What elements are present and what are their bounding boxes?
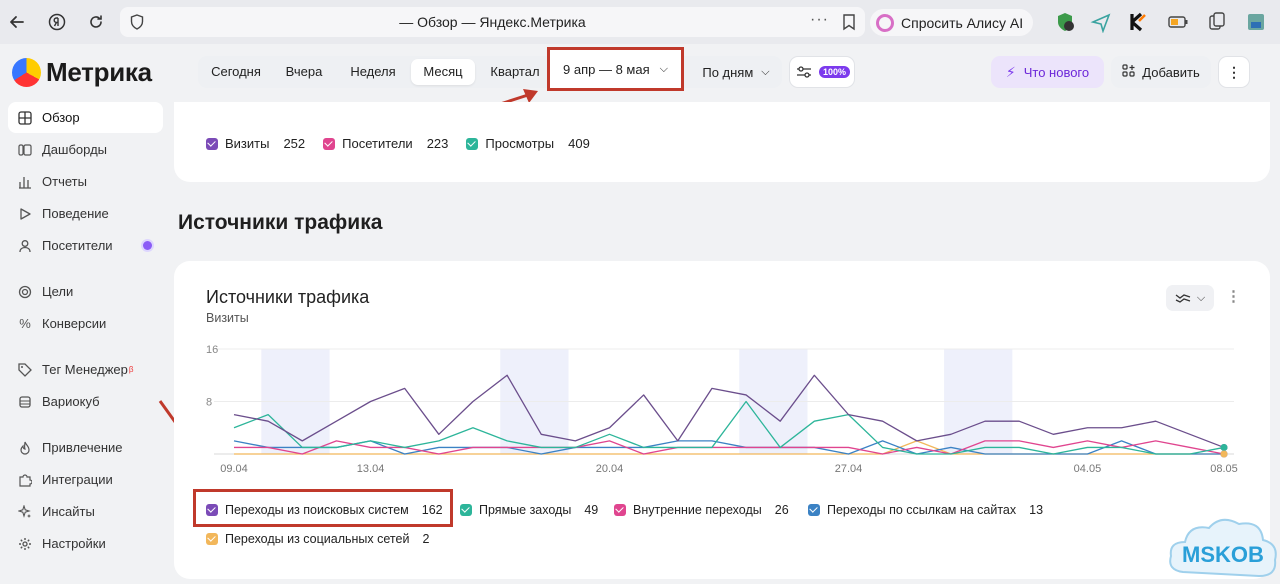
legend-item-visits[interactable]: Визиты 252	[206, 136, 305, 151]
legend-value: 26	[774, 503, 789, 517]
series-end-point	[1220, 443, 1228, 451]
series-line	[233, 374, 1225, 449]
legend-item-pageviews[interactable]: Просмотры 409	[466, 136, 590, 151]
checkbox-icon[interactable]	[460, 504, 472, 516]
legend-item-internal[interactable]: Внутренние переходы 26	[614, 503, 789, 517]
metric-value: 252	[283, 136, 306, 151]
legend-label: Внутренние переходы	[633, 503, 762, 517]
x-tick-label: 08.05	[1210, 463, 1238, 475]
watermark-logo: MSKOB	[1169, 518, 1277, 578]
legend-item-direct[interactable]: Прямые заходы 49	[460, 503, 598, 517]
checkbox-icon[interactable]	[206, 504, 218, 516]
metric-value: 223	[426, 136, 449, 151]
checkbox-icon[interactable]	[466, 137, 479, 150]
legend-value: 49	[584, 503, 599, 517]
metric-value: 409	[568, 136, 590, 151]
x-tick-label: 13.04	[357, 463, 385, 475]
legend-item-search[interactable]: Переходы из поисковых систем 162	[206, 503, 443, 517]
summary-legend: Визиты 252 Посетители 223 Просмотры 409	[206, 136, 608, 151]
legend-value: 162	[421, 503, 443, 517]
x-tick-label: 09.04	[220, 463, 248, 475]
legend-item-referral[interactable]: Переходы по ссылкам на сайтах 13	[808, 503, 1043, 517]
metric-label: Посетители	[342, 136, 413, 151]
x-tick-label: 04.05	[1074, 463, 1102, 475]
checkbox-icon[interactable]	[808, 504, 820, 516]
legend-label: Прямые заходы	[479, 503, 572, 517]
legend-item-social[interactable]: Переходы из социальных сетей 2	[206, 532, 429, 546]
legend-label: Переходы из социальных сетей	[225, 532, 410, 546]
metric-label: Визиты	[225, 136, 270, 151]
series-end-point	[1220, 450, 1228, 458]
y-tick-label: 8	[206, 397, 212, 409]
metric-label: Просмотры	[485, 136, 555, 151]
legend-label: Переходы из поисковых систем	[225, 503, 409, 517]
section-title: Источники трафика	[178, 211, 383, 234]
legend-value: 2	[422, 532, 430, 546]
checkbox-icon[interactable]	[323, 137, 336, 150]
checkbox-icon[interactable]	[614, 504, 626, 516]
checkbox-icon[interactable]	[206, 137, 218, 150]
checkbox-icon[interactable]	[206, 533, 218, 545]
watermark-text: MSKOB	[1182, 542, 1264, 567]
x-tick-label: 27.04	[835, 463, 863, 475]
summary-card: Визиты 252 Посетители 223 Просмотры 409	[174, 102, 1270, 182]
legend-value: 13	[1029, 503, 1044, 517]
legend-label: Переходы по ссылкам на сайтах	[827, 503, 1017, 517]
traffic-sources-card: Источники трафика Визиты ⌵ ⋮ 8 16 09.04 13.…	[174, 261, 1270, 579]
legend-item-visitors[interactable]: Посетители 223	[323, 136, 448, 151]
x-tick-label: 20.04	[596, 463, 624, 475]
y-tick-label: 16	[206, 344, 218, 356]
